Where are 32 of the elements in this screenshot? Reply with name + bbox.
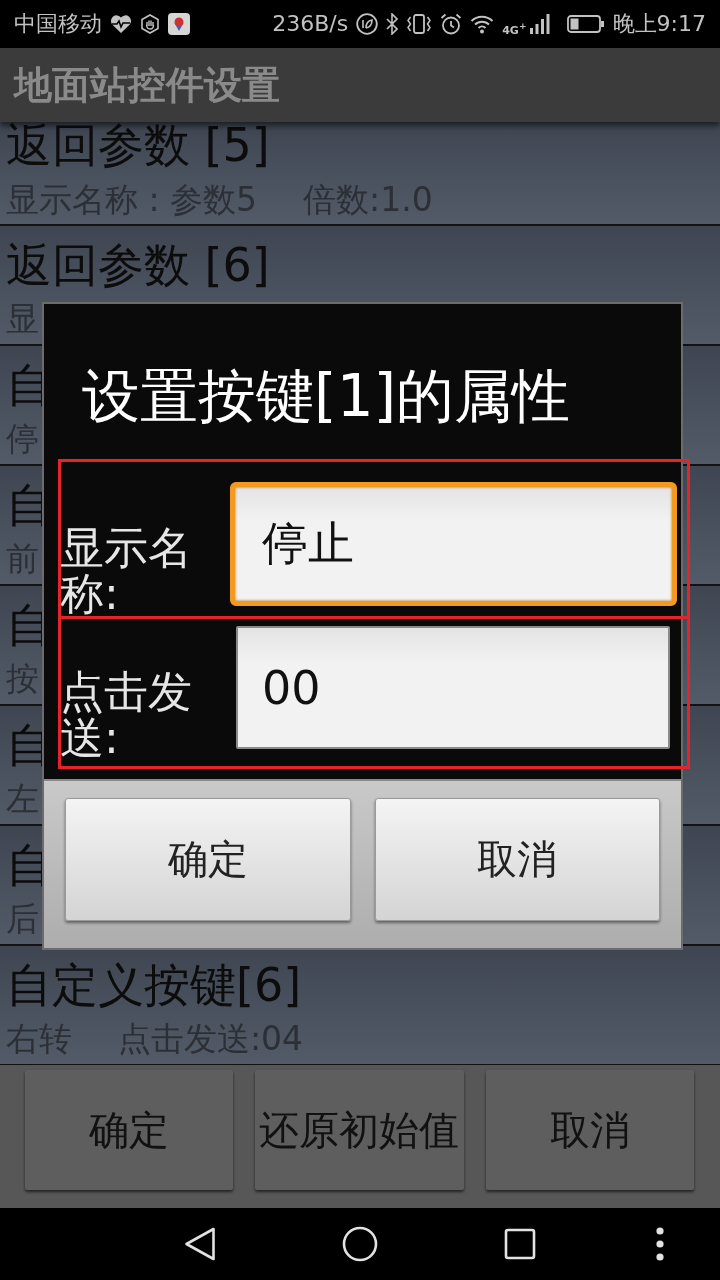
clock-time: 晚上9:17 — [612, 11, 706, 37]
app-icon — [168, 13, 190, 35]
network-type: 4G$^{+}$ — [502, 20, 527, 37]
field-label: 点击发送: — [60, 669, 193, 761]
bluetooth-icon — [386, 13, 399, 35]
more-icon[interactable] — [655, 1227, 665, 1261]
confirm-button[interactable]: 确定 — [65, 798, 351, 921]
item-title: 自定义按键[6] — [6, 959, 302, 1011]
alarm-clock-icon — [440, 13, 463, 35]
home-icon[interactable] — [342, 1226, 378, 1262]
wifi-icon — [470, 14, 495, 34]
hexagon-hand-icon — [140, 14, 160, 34]
text-field[interactable]: 00 — [236, 626, 670, 749]
back-icon[interactable] — [184, 1227, 216, 1261]
reset-button[interactable]: 还原初始值 — [255, 1070, 464, 1190]
dialog-title: 设置按键[1]的属性 — [82, 362, 571, 430]
network-speed: 236B/s — [272, 11, 349, 37]
confirm-button[interactable]: 确定 — [25, 1070, 234, 1190]
carrier-name: 中国移动 — [14, 11, 102, 37]
cancel-button[interactable]: 取消 — [485, 1070, 694, 1190]
recent-apps-icon[interactable] — [504, 1228, 536, 1260]
heart-pulse-icon — [110, 14, 132, 34]
signal-icon — [528, 14, 551, 34]
app-title: 地面站控件设置 — [14, 61, 280, 109]
item-title: 返回参数 [6] — [6, 239, 270, 291]
cancel-button[interactable]: 取消 — [374, 798, 660, 921]
leaf-circle-icon — [356, 13, 379, 35]
text-field[interactable]: 停止 — [230, 482, 677, 606]
vibrate-icon — [406, 13, 433, 35]
battery-icon — [566, 14, 605, 34]
item-title: 返回参数 [5] — [6, 122, 270, 168]
field-label: 显示名称: — [60, 525, 193, 617]
